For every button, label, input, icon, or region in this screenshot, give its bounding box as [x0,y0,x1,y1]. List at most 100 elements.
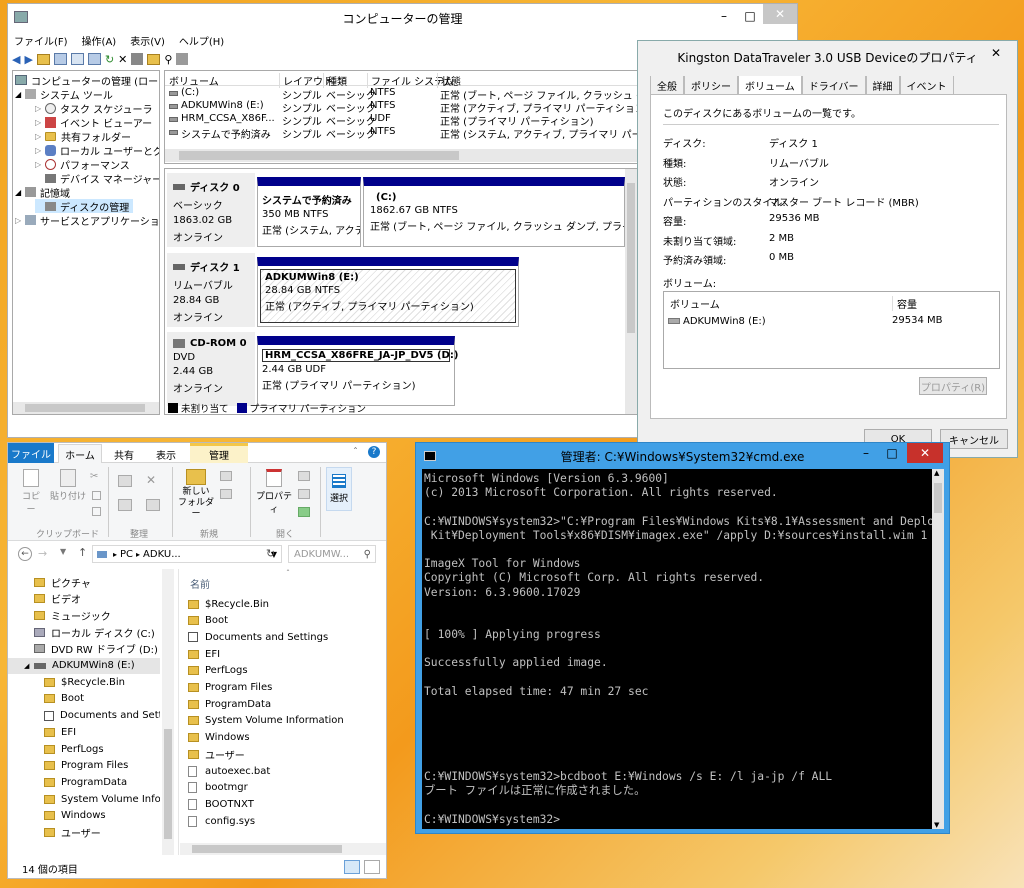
tab-driver[interactable]: ドライバー [801,76,866,94]
tree-hscroll-thumb[interactable] [25,404,145,412]
disk1-info[interactable]: ディスク 1 リムーバブル 28.84 GB オンライン [167,253,255,327]
tree-hscrollbar[interactable] [13,402,159,414]
breadcrumb-drive[interactable]: ADKU... [143,549,181,560]
file-hscrollbar[interactable] [180,843,386,855]
disk-view-vscrollbar[interactable] [625,169,637,414]
expand-arrow-icon[interactable]: ▷ [35,104,45,113]
scroll-up-icon[interactable]: ▲ [934,469,939,477]
nav-item[interactable]: Windows [8,808,160,824]
scroll-down-icon[interactable]: ▼ [934,821,939,829]
tree-item-shared-folders[interactable]: ▷ 共有フォルダー [35,129,131,143]
nav-item[interactable]: ユーザー [8,825,160,841]
tab-home[interactable]: ホーム [58,444,102,464]
expand-arrow-icon[interactable]: ▷ [35,132,45,141]
tree-item-task-scheduler[interactable]: ▷ タスク スケジューラ [35,101,152,115]
nav-item[interactable]: Documents and Settin [8,708,160,724]
history-icon[interactable] [298,507,310,517]
nav-item[interactable]: Boot [8,691,160,707]
move-to-icon[interactable] [118,475,132,487]
nav-item[interactable]: ProgramData [8,774,160,790]
delete-icon[interactable]: ✕ [146,473,156,487]
tree-item-services[interactable]: ▷ サービスとアプリケーション [15,213,159,227]
minimize-button[interactable]: – [711,6,737,26]
col-status[interactable]: 状態 [437,73,461,88]
copy-path-icon[interactable] [92,491,101,500]
large-icons-view-icon[interactable] [364,860,380,874]
file-row[interactable]: autoexec.bat [188,763,270,779]
menu-action[interactable]: 操作(A) [82,33,117,48]
nav-item[interactable]: ミュージック [8,607,160,623]
address-bar[interactable]: ▸ PC ▸ ADKU... ▼ [92,545,282,563]
properties-icon[interactable] [131,53,144,65]
expand-arrow-icon[interactable]: ▷ [35,160,45,169]
expand-arrow-icon[interactable]: ▷ [35,146,45,155]
collapse-arrow-icon[interactable]: ◢ [24,662,29,670]
col-name[interactable]: 名前 [190,576,210,591]
cut-icon[interactable]: ✂ [90,471,98,482]
volume-hscroll-thumb[interactable] [179,151,459,160]
nav-item[interactable]: ローカル ディスク (C:) [8,624,160,640]
cmd-vscrollbar[interactable]: ▲ ▼ [932,469,944,829]
recent-dropdown-icon[interactable]: ▼ [60,547,66,556]
console-tree-icon[interactable] [53,53,67,65]
help-icon[interactable]: ? [368,446,380,458]
tab-share[interactable]: 共有 [114,447,134,462]
rename-icon[interactable] [146,499,160,511]
up-arrow-icon[interactable]: ↑ [78,546,87,559]
paste-button[interactable]: 貼り付け [48,469,88,502]
show-hide-icon[interactable] [87,53,101,65]
expand-arrow-icon[interactable]: ▷ [15,216,25,225]
details-view-icon[interactable] [344,860,360,874]
tab-volumes[interactable]: ボリューム [738,76,802,94]
tree-item-local-users[interactable]: ▷ ローカル ユーザーとグループ [35,143,159,157]
file-row[interactable]: System Volume Information [188,713,344,729]
help-icon[interactable] [70,53,84,65]
file-hscroll-thumb[interactable] [192,845,342,853]
back-arrow-icon[interactable]: ◀ [12,53,20,66]
volume-row[interactable]: システムで予約済み シンプル ベーシック NTFS 正常 (システム, アクティブ, プ… [165,126,637,141]
forward-arrow-icon[interactable]: → [38,547,47,560]
file-row[interactable]: PerfLogs [188,663,248,679]
refresh-icon[interactable]: ↻ [105,53,114,66]
col-volume[interactable]: ボリューム [670,296,720,311]
collapse-arrow-icon[interactable]: ◢ [15,188,25,197]
ribbon-minimize-icon[interactable]: ˆ [353,447,358,458]
maximize-button[interactable]: □ [879,443,905,463]
collapse-arrow-icon[interactable]: ◢ [15,90,25,99]
copy-to-icon[interactable] [118,499,132,511]
nav-item[interactable]: EFI [8,724,160,740]
properties-button[interactable]: プロパティ [252,469,296,515]
nav-vscrollbar[interactable] [162,569,174,855]
nav-vscroll-thumb[interactable] [164,729,172,839]
cdrom0-partition-d[interactable]: HRM_CCSA_X86FRE_JA-JP_DV5 (D:) 2.44 GB U… [257,336,458,406]
cmd-titlebar[interactable]: 管理者: C:¥Windows¥System32¥cmd.exe – □ ✕ [416,443,949,469]
file-row[interactable]: bootmgr [188,780,248,796]
cancel-button[interactable]: キャンセル [940,429,1008,449]
tree-item-root[interactable]: コンピューターの管理 (ローカル) [15,73,159,87]
nav-item[interactable]: PerfLogs [8,741,160,757]
search-input[interactable]: ADKUMW... [294,549,349,560]
file-row[interactable]: Windows [188,730,250,746]
nav-item[interactable]: $Recycle.Bin [8,674,160,690]
copy-button[interactable]: コピー [18,469,44,515]
disk1-partition-e[interactable]: ADKUMWin8 (E:) 28.84 GB NTFS 正常 (アクティブ, … [257,257,519,327]
volume-row[interactable]: HRM_CCSA_X86F... シンプル ベーシック UDF 正常 (プライマリ パー… [165,113,637,128]
disk0-info[interactable]: ディスク 0 ベーシック 1863.02 GB オンライン [167,173,255,247]
menu-file[interactable]: ファイル(F) [14,33,68,48]
nav-item[interactable]: ピクチャ [8,574,160,590]
breadcrumb-pc[interactable]: PC [120,549,133,560]
tree-item-event-viewer[interactable]: ▷ イベント ビューアー [35,115,152,129]
easy-access-icon[interactable] [220,489,232,499]
nav-item[interactable]: Program Files [8,758,160,774]
tree-item-device-manager[interactable]: デバイス マネージャー [45,171,159,185]
file-row[interactable]: BOOTNXT [188,796,254,812]
file-row[interactable]: config.sys [188,813,255,829]
volume-row[interactable]: (C:) シンプル ベーシック NTFS 正常 (ブート, ページ ファイル, クラッシ… [165,87,637,102]
tree-item-storage[interactable]: ◢ 記憶域 [15,185,70,199]
nav-item[interactable]: ◢ ADKUMWin8 (E:) [8,657,160,674]
cdrom0-info[interactable]: CD-ROM 0 DVD 2.44 GB オンライン [167,332,255,406]
close-button[interactable]: ✕ [763,4,797,24]
export-icon[interactable] [176,53,189,65]
up-folder-icon[interactable] [36,53,50,65]
file-row[interactable]: ProgramData [188,696,271,712]
